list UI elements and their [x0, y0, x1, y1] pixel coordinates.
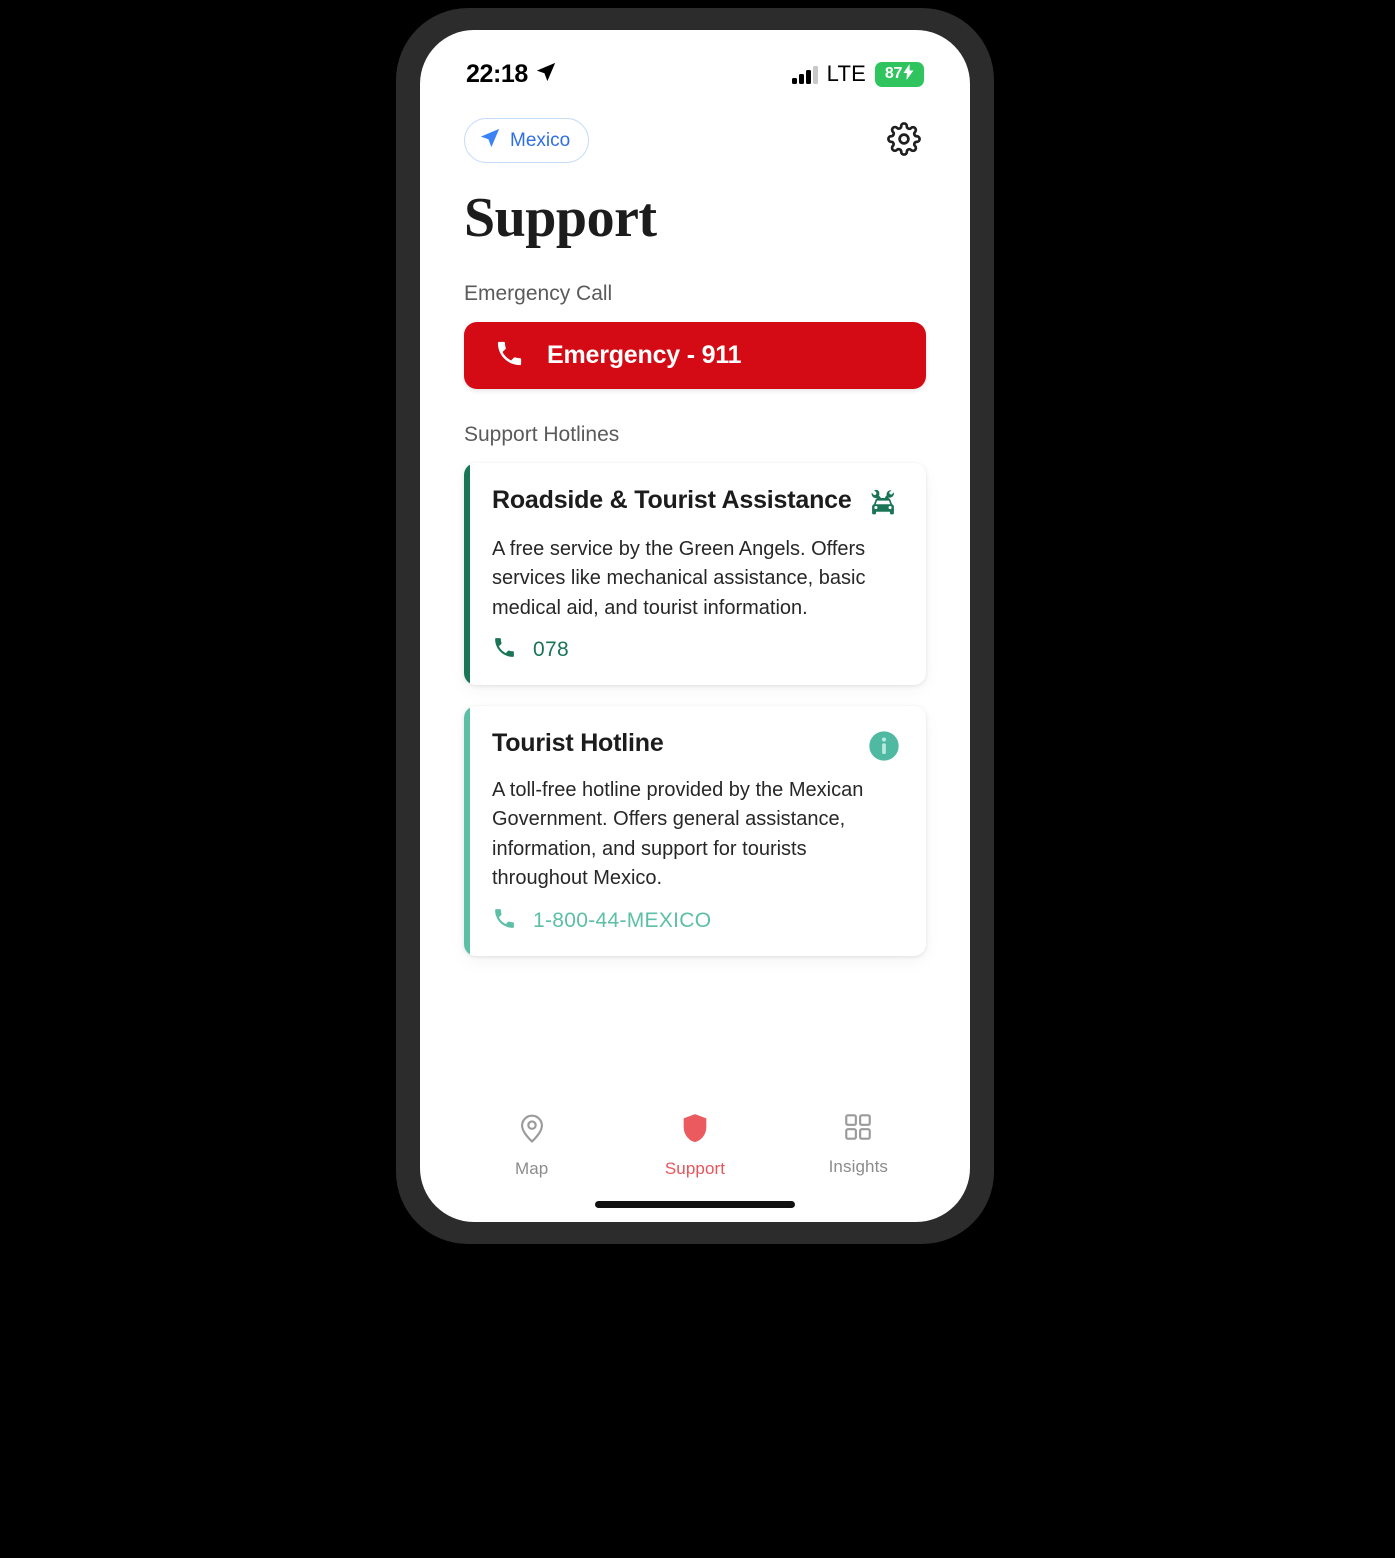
info-circle-icon	[868, 730, 900, 767]
battery-indicator: 87	[875, 61, 924, 87]
emergency-call-label: Emergency - 911	[547, 340, 742, 369]
grid-icon	[842, 1111, 874, 1148]
status-bar-left: 22:18	[466, 60, 557, 89]
card-description: A toll-free hotline provided by the Mexi…	[492, 778, 864, 890]
card-phone-number: 078	[533, 637, 569, 661]
tab-map-label: Map	[514, 1159, 549, 1178]
navigation-arrow-icon	[479, 127, 501, 154]
card-accent-bar	[464, 462, 470, 685]
card-header-row: Tourist Hotline	[492, 728, 900, 767]
phone-icon	[492, 906, 517, 936]
card-title: Roadside & Tourist Assistance	[492, 485, 852, 514]
bottom-tab-bar: Map Support Insights	[420, 1097, 970, 1201]
status-bar-right: LTE 87	[792, 61, 924, 87]
cellular-signal-icon	[792, 65, 818, 84]
phone-icon	[494, 338, 525, 372]
car-repair-icon	[866, 487, 900, 526]
card-header-row: Roadside & Tourist Assistance	[492, 485, 900, 526]
card-phone-number: 1-800-44-MEXICO	[533, 908, 712, 932]
tab-insights[interactable]: Insights	[798, 1111, 918, 1177]
lightning-bolt-icon	[903, 63, 914, 85]
page-title: Support	[464, 187, 657, 249]
gear-icon	[887, 122, 921, 159]
settings-button[interactable]	[882, 119, 926, 163]
phone-screen: 22:18 LTE 87 Mexico Support Emergency Ca…	[420, 30, 970, 1222]
main-content: Emergency Call Emergency - 911 Support H…	[420, 248, 970, 1097]
hotlines-section-label: Support Hotlines	[464, 422, 620, 446]
phone-device: 22:18 LTE 87 Mexico Support Emergency Ca…	[396, 8, 994, 1244]
home-indicator	[595, 1201, 795, 1208]
hotline-card[interactable]: Tourist Hotline A toll-free hotline prov…	[464, 705, 926, 956]
card-accent-bar	[464, 705, 470, 956]
hotline-card-list: Roadside & Tourist Assistance A free ser…	[464, 462, 926, 956]
battery-percent-label: 87	[884, 65, 903, 82]
card-phone-row[interactable]: 078	[492, 635, 900, 665]
tab-support-label: Support	[664, 1159, 726, 1178]
network-type-label: LTE	[826, 61, 866, 86]
location-arrow-icon	[535, 61, 557, 88]
tab-support[interactable]: Support	[635, 1111, 755, 1179]
tab-map[interactable]: Map	[472, 1111, 592, 1179]
shield-icon	[678, 1111, 712, 1150]
card-phone-row[interactable]: 1-800-44-MEXICO	[492, 906, 900, 936]
status-bar: 22:18 LTE 87	[420, 30, 970, 104]
hotline-card[interactable]: Roadside & Tourist Assistance A free ser…	[464, 462, 926, 685]
phone-icon	[492, 635, 517, 665]
map-pin-icon	[515, 1111, 549, 1150]
card-description: A free service by the Green Angels. Offe…	[492, 537, 866, 619]
app-header: Mexico	[420, 104, 970, 163]
emergency-call-button[interactable]: Emergency - 911	[464, 321, 926, 389]
location-pill-label: Mexico	[510, 129, 571, 151]
status-time: 22:18	[466, 59, 528, 88]
emergency-section-label: Emergency Call	[464, 281, 613, 305]
location-pill-button[interactable]: Mexico	[464, 118, 590, 163]
tab-insights-label: Insights	[828, 1157, 888, 1176]
card-title: Tourist Hotline	[492, 728, 664, 757]
